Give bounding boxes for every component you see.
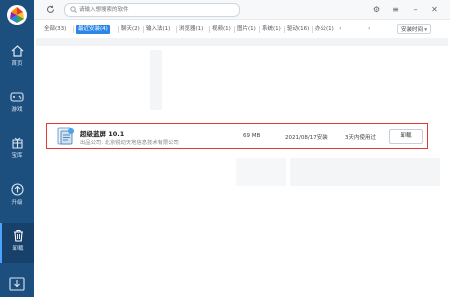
sidebar-item-label: 升级 xyxy=(11,200,23,206)
app-icon xyxy=(57,127,74,145)
settings-icon[interactable]: ⚙ xyxy=(372,5,381,14)
tab-divider xyxy=(259,26,260,33)
treasure-icon xyxy=(11,137,23,149)
tab-office[interactable]: 办公(1) xyxy=(315,25,334,34)
menu-icon[interactable]: ≡ xyxy=(391,5,400,14)
tab-video[interactable]: 视频(1) xyxy=(212,25,231,34)
category-tabs: 全部(33) 最近安装(4) 聊天(2) 输入法(1) 浏览器(1) 视频(1)… xyxy=(34,22,450,36)
refresh-icon[interactable] xyxy=(46,5,55,14)
minimize-icon[interactable]: – xyxy=(411,5,420,14)
home-icon xyxy=(11,45,23,57)
app-size: 69 MB xyxy=(243,133,261,139)
close-icon[interactable]: ✕ xyxy=(430,5,439,14)
sidebar-item-uninstall[interactable]: 卸载 xyxy=(0,223,34,263)
placeholder-block xyxy=(236,158,286,186)
app-row[interactable]: 超级蓝屏 10.1 出品公司: 北京锐动天地信息技术有限公司 69 MB 202… xyxy=(46,123,428,149)
tab-image[interactable]: 图片(1) xyxy=(237,25,256,34)
sidebar: 首页 游戏 宝库 升级 卸载 xyxy=(0,0,34,297)
sidebar-item-label: 游戏 xyxy=(11,107,23,113)
search-box[interactable] xyxy=(64,3,240,17)
chevron-left-icon[interactable]: ‹ xyxy=(339,25,341,32)
sidebar-item-treasure[interactable]: 宝库 xyxy=(0,131,34,171)
sidebar-item-label: 首页 xyxy=(11,61,23,67)
upgrade-icon xyxy=(10,183,24,196)
sort-value: 安装时间 xyxy=(401,27,424,33)
tab-driver[interactable]: 驱动(16) xyxy=(287,25,309,34)
placeholder-block xyxy=(36,38,448,46)
tab-system[interactable]: 系统(1) xyxy=(262,25,281,34)
sidebar-item-upgrade[interactable]: 升级 xyxy=(0,177,34,217)
gamepad-icon xyxy=(10,92,24,102)
tab-chat[interactable]: 聊天(2) xyxy=(121,25,140,34)
sort-dropdown[interactable]: 安装时间 ▾ xyxy=(397,24,431,34)
tab-divider xyxy=(284,26,285,33)
placeholder-block xyxy=(150,50,162,110)
search-input[interactable] xyxy=(79,5,229,14)
sidebar-item-home[interactable]: 首页 xyxy=(0,39,34,79)
placeholder-block xyxy=(290,158,440,186)
sidebar-item-label: 卸载 xyxy=(12,246,24,252)
app-name: 超级蓝屏 10.1 xyxy=(80,130,125,138)
trash-icon xyxy=(13,229,23,242)
tab-divider xyxy=(176,26,177,33)
tab-recent[interactable]: 最近安装(4) xyxy=(76,25,110,34)
sidebar-item-label: 宝库 xyxy=(11,153,23,159)
app-install-date: 2021/08/17安装 xyxy=(285,135,328,141)
tab-divider xyxy=(209,26,210,33)
top-bar: ⚙ ≡ – ✕ xyxy=(34,0,450,20)
tab-all[interactable]: 全部(33) xyxy=(44,25,66,34)
tab-divider xyxy=(312,26,313,33)
tab-browser[interactable]: 浏览器(1) xyxy=(179,25,203,34)
app-publisher: 出品公司: 北京锐动天地信息技术有限公司 xyxy=(80,140,179,146)
tab-divider xyxy=(143,26,144,33)
download-icon[interactable] xyxy=(8,276,26,292)
search-icon xyxy=(70,6,77,13)
sidebar-item-games[interactable]: 游戏 xyxy=(0,85,34,125)
tab-divider xyxy=(234,26,235,33)
tab-input-method[interactable]: 输入法(1) xyxy=(146,25,170,34)
app-last-used: 3天内使用过 xyxy=(345,135,376,141)
tab-divider xyxy=(73,26,74,33)
app-logo-icon xyxy=(7,5,27,25)
chevron-right-icon[interactable]: › xyxy=(368,25,370,32)
chevron-down-icon: ▾ xyxy=(424,27,427,33)
uninstall-button[interactable]: 卸载 xyxy=(389,129,423,144)
tab-divider xyxy=(118,26,119,33)
